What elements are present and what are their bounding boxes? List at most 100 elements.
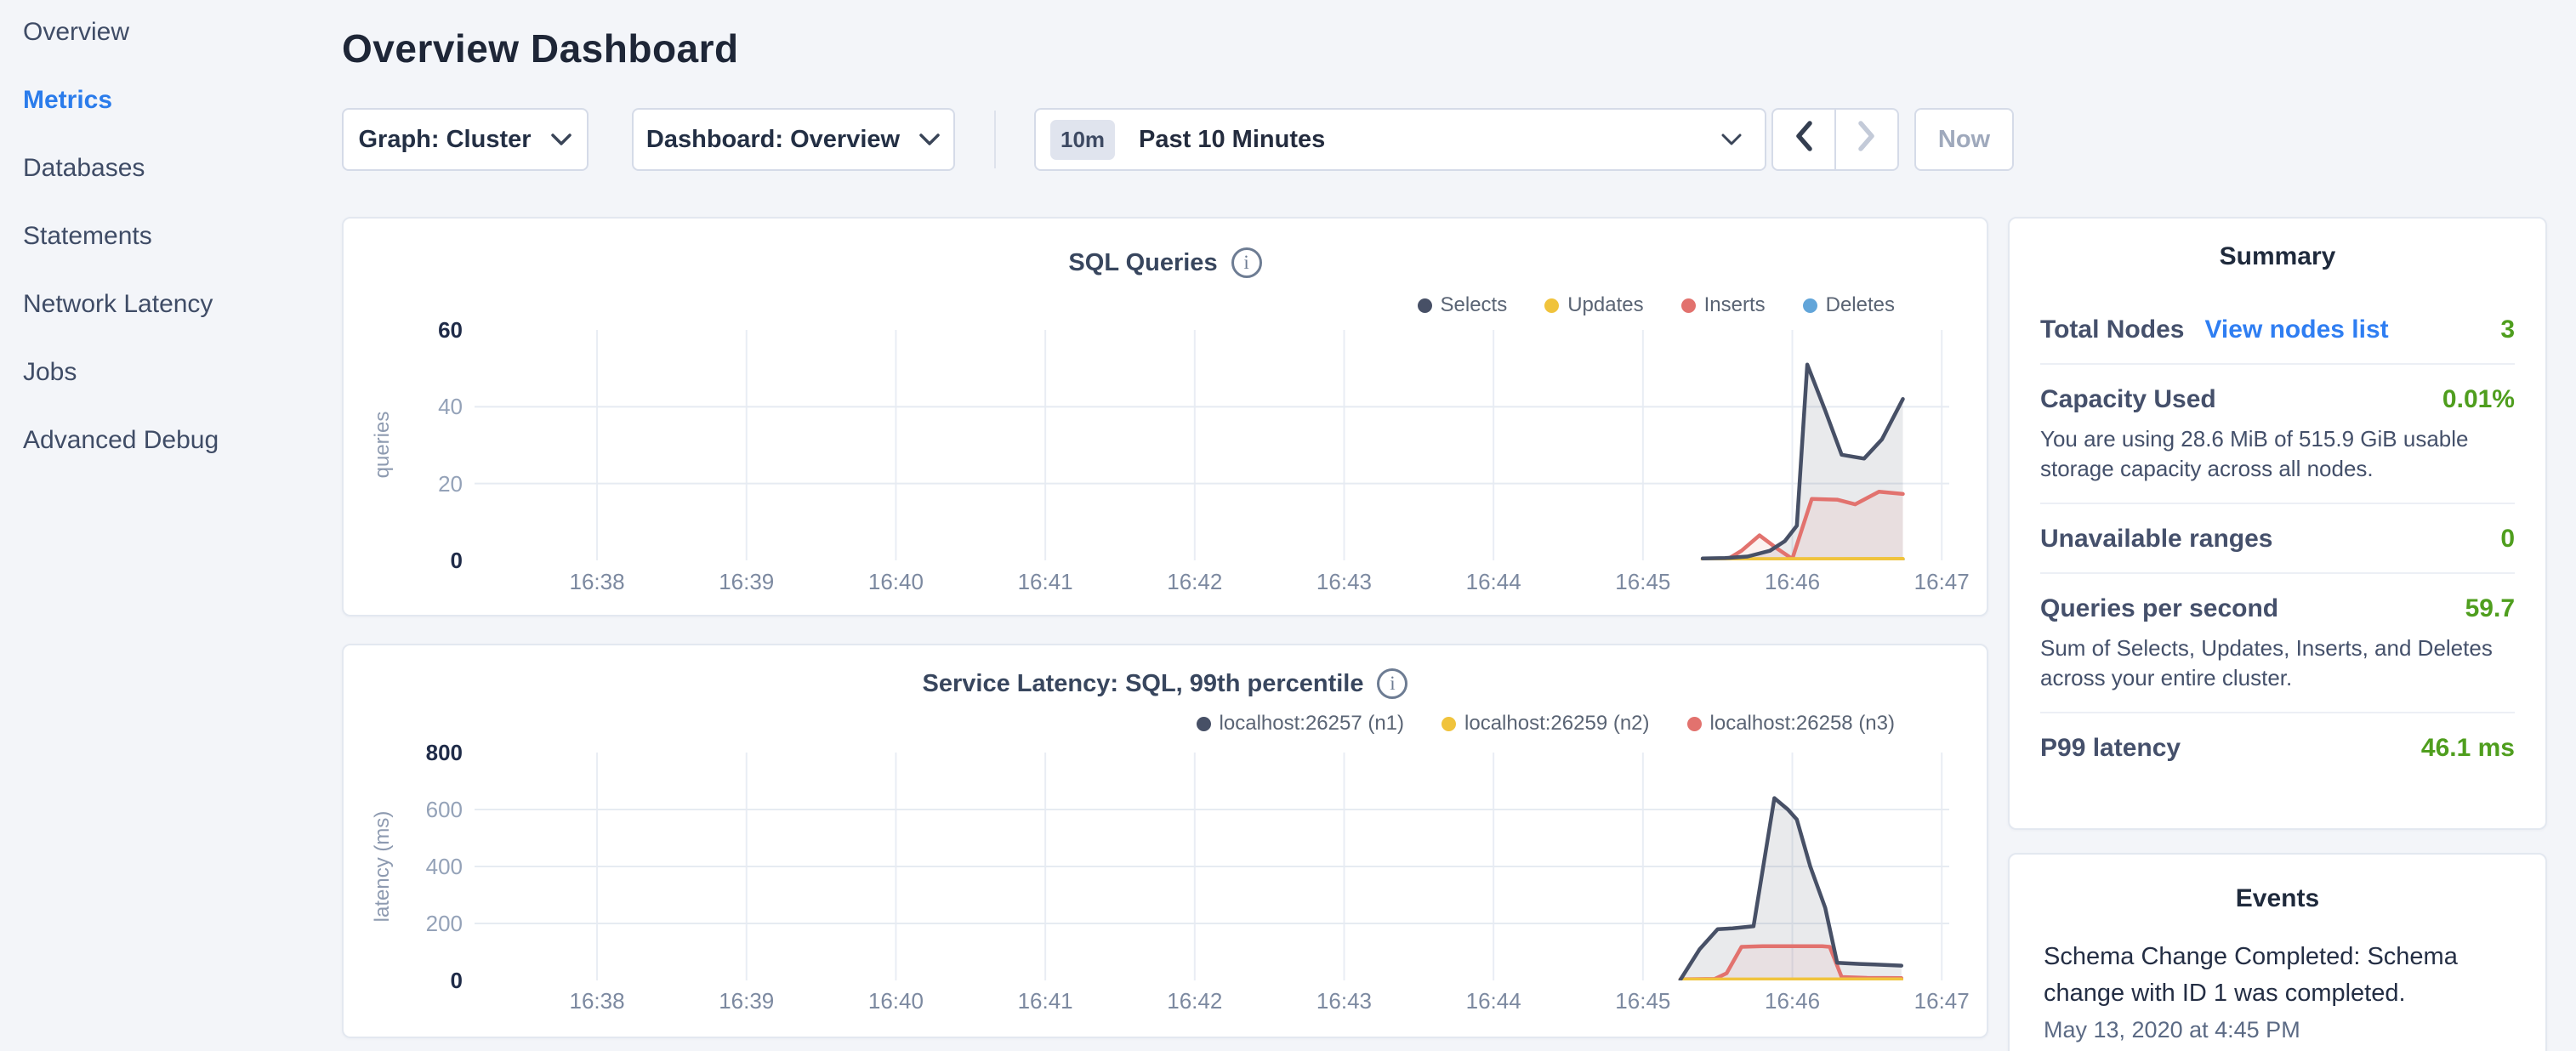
service-latency-chart-card: Service Latency: SQL, 99th percentile i … (342, 644, 1988, 1038)
summary-label: P99 latency (2040, 734, 2181, 763)
sidebar-item-advanced-debug[interactable]: Advanced Debug (23, 426, 312, 455)
y-axis-tick: 20 (364, 471, 463, 497)
dashboard-dropdown-label: Dashboard: Overview (646, 126, 900, 154)
summary-value: 0 (2500, 525, 2515, 554)
x-axis-tick: 16:39 (696, 569, 798, 595)
series-dot-icon (1197, 717, 1211, 731)
summary-value: 0.01% (2442, 385, 2515, 414)
time-forward-button[interactable] (1836, 110, 1897, 169)
x-axis-tick: 16:47 (1891, 988, 1993, 1014)
chevron-down-icon (550, 126, 572, 154)
toolbar-divider (994, 111, 996, 168)
summary-row-unavailable-ranges: Unavailable ranges 0 (2040, 503, 2515, 572)
legend-item: localhost:26258 (n3) (1687, 712, 1895, 736)
chart-legend: localhost:26257 (n1) localhost:26259 (n2)… (1197, 711, 1895, 736)
summary-row-total-nodes: Total Nodes View nodes list 3 (2040, 295, 2515, 363)
series-dot-icon (1544, 298, 1559, 313)
event-item[interactable]: Schema Change Completed: Schema change w… (2044, 939, 2511, 1043)
info-icon[interactable]: i (1231, 247, 1262, 278)
summary-label: Queries per second (2040, 594, 2278, 623)
dashboard-dropdown[interactable]: Dashboard: Overview (632, 108, 955, 171)
summary-panel: Summary Total Nodes View nodes list 3 Ca… (2008, 217, 2547, 830)
y-axis-tick: 600 (364, 797, 463, 822)
now-button[interactable]: Now (1914, 108, 2014, 171)
sidebar-item-network-latency[interactable]: Network Latency (23, 290, 312, 319)
legend-label: localhost:26258 (n3) (1710, 712, 1895, 736)
x-axis-tick: 16:44 (1442, 569, 1544, 595)
x-axis-tick: 16:38 (546, 988, 648, 1014)
x-axis-tick: 16:45 (1592, 988, 1694, 1014)
y-axis-tick: 800 (364, 740, 463, 765)
time-range-selector[interactable]: 10m Past 10 Minutes (1034, 108, 1766, 171)
chart-title: Service Latency: SQL, 99th percentile (923, 670, 1364, 698)
graph-dropdown[interactable]: Graph: Cluster (342, 108, 589, 171)
legend-label: Selects (1441, 293, 1508, 317)
legend-label: localhost:26257 (n1) (1220, 712, 1404, 736)
time-back-button[interactable] (1773, 110, 1836, 169)
now-button-label: Now (1938, 126, 1990, 154)
legend-label: Inserts (1704, 293, 1766, 317)
chevron-left-icon (1794, 120, 1814, 159)
service-latency-plot[interactable] (475, 753, 1949, 980)
summary-row-capacity-used: Capacity Used 0.01% You are using 28.6 M… (2040, 363, 2515, 503)
view-nodes-list-link[interactable]: View nodes list (2204, 315, 2388, 344)
summary-label: Unavailable ranges (2040, 525, 2272, 554)
legend-item: Selects (1418, 293, 1508, 317)
sidebar-item-overview[interactable]: Overview (23, 18, 312, 47)
time-range-badge: 10m (1050, 120, 1115, 160)
y-axis-tick: 0 (364, 548, 463, 573)
chevron-down-icon (918, 126, 941, 154)
summary-description: Sum of Selects, Updates, Inserts, and De… (2040, 633, 2515, 693)
y-axis-tick: 0 (364, 968, 463, 993)
x-axis-tick: 16:46 (1742, 569, 1844, 595)
sql-queries-chart-card: SQL Queries i Selects Updates Inserts Delet… (342, 217, 1988, 616)
sidebar: Overview Metrics Databases Statements Ne… (0, 0, 340, 1051)
legend-label: Deletes (1826, 293, 1895, 317)
x-axis-tick: 16:45 (1592, 569, 1694, 595)
chevron-down-icon (1720, 126, 1743, 154)
legend-item: localhost:26257 (n1) (1197, 712, 1404, 736)
legend-item: localhost:26259 (n2) (1442, 712, 1649, 736)
x-axis-tick: 16:47 (1891, 569, 1993, 595)
series-dot-icon (1442, 717, 1456, 731)
series-dot-icon (1687, 717, 1702, 731)
x-axis-tick: 16:41 (994, 569, 1096, 595)
x-axis-tick: 16:43 (1293, 988, 1395, 1014)
sidebar-item-jobs[interactable]: Jobs (23, 358, 312, 387)
sql-queries-plot[interactable] (475, 330, 1949, 560)
info-icon[interactable]: i (1377, 668, 1407, 699)
events-title: Events (2010, 884, 2545, 913)
page-title: Overview Dashboard (342, 26, 739, 71)
series-dot-icon (1418, 298, 1432, 313)
sidebar-item-metrics[interactable]: Metrics (23, 86, 312, 115)
chart-title: SQL Queries (1068, 249, 1217, 277)
chart-legend: Selects Updates Inserts Deletes (1418, 293, 1896, 318)
x-axis-tick: 16:43 (1293, 569, 1395, 595)
x-axis-tick: 16:40 (844, 988, 947, 1014)
sidebar-item-databases[interactable]: Databases (23, 154, 312, 183)
summary-title: Summary (2010, 242, 2545, 271)
x-axis-tick: 16:40 (844, 569, 947, 595)
series-dot-icon (1681, 298, 1696, 313)
x-axis-tick: 16:39 (696, 988, 798, 1014)
summary-value: 59.7 (2465, 594, 2515, 623)
legend-label: localhost:26259 (n2) (1464, 712, 1649, 736)
chevron-right-icon (1857, 120, 1877, 159)
graph-dropdown-label: Graph: Cluster (358, 126, 531, 154)
legend-item: Updates (1544, 293, 1643, 317)
event-timestamp: May 13, 2020 at 4:45 PM (2044, 1017, 2511, 1043)
event-text: Schema Change Completed: Schema change w… (2044, 939, 2511, 1012)
x-axis-tick: 16:46 (1742, 988, 1844, 1014)
summary-label: Capacity Used (2040, 385, 2216, 414)
y-axis-tick: 400 (364, 854, 463, 879)
y-axis-label: queries (370, 334, 395, 555)
summary-row-p99-latency: P99 latency 46.1 ms (2040, 712, 2515, 781)
x-axis-tick: 16:41 (994, 988, 1096, 1014)
time-range-label: Past 10 Minutes (1139, 126, 1325, 154)
summary-value: 3 (2500, 315, 2515, 344)
events-panel: Events Schema Change Completed: Schema c… (2008, 853, 2547, 1051)
summary-label: Total Nodes (2040, 315, 2184, 344)
sidebar-item-statements[interactable]: Statements (23, 222, 312, 251)
time-step-buttons (1771, 108, 1899, 171)
y-axis-tick: 40 (364, 394, 463, 419)
